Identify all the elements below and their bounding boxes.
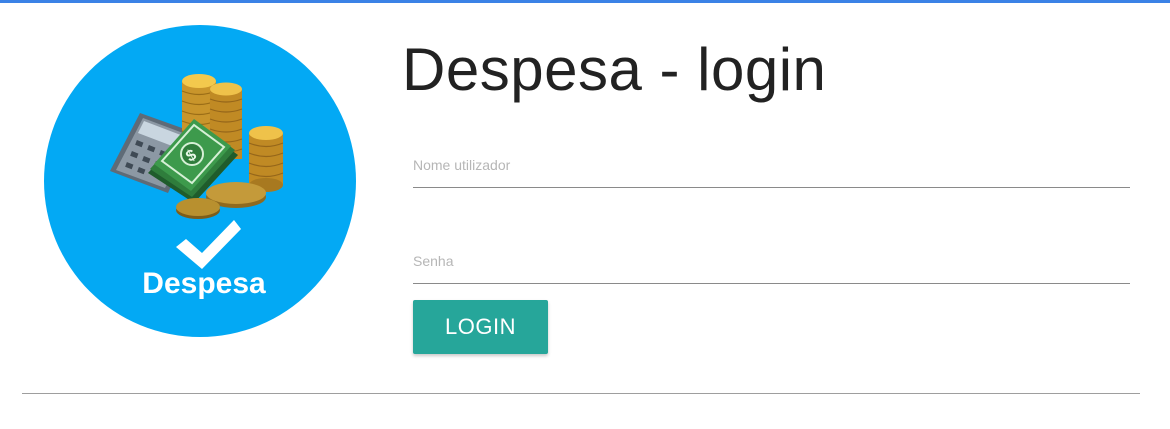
password-field-wrapper bbox=[413, 253, 1130, 284]
top-accent-bar bbox=[0, 0, 1170, 3]
username-field-wrapper bbox=[413, 157, 1130, 188]
username-input[interactable] bbox=[413, 157, 1130, 188]
password-input[interactable] bbox=[413, 253, 1130, 284]
page-title: Despesa - login bbox=[402, 36, 827, 103]
despesa-logo: $ Despesa bbox=[44, 25, 356, 337]
logo-text: Despesa bbox=[142, 267, 266, 300]
login-button[interactable]: LOGIN bbox=[413, 300, 548, 354]
bottom-divider bbox=[22, 393, 1140, 394]
